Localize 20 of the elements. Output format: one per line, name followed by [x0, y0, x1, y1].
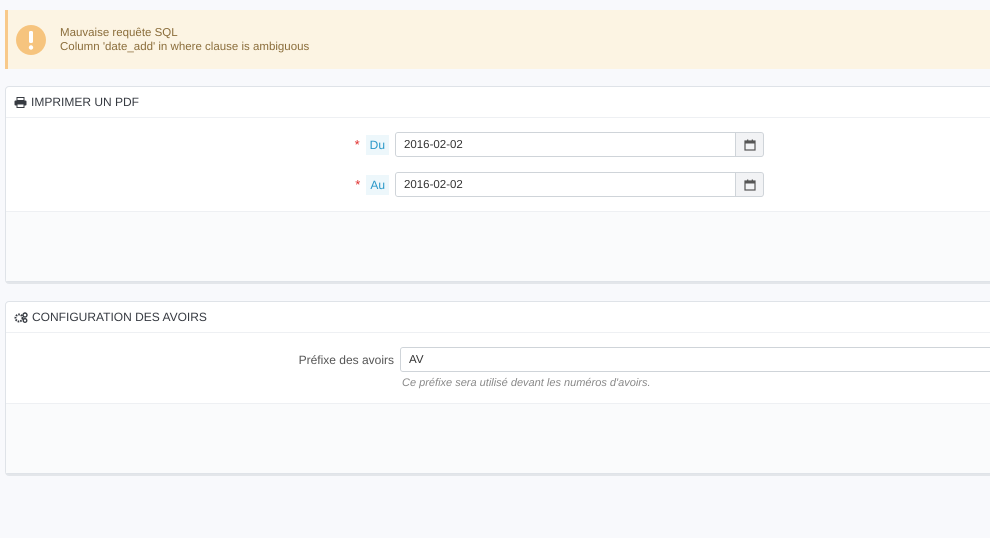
- panel-title: IMPRIMER UN PDF: [31, 95, 139, 109]
- warning-icon: [16, 24, 46, 54]
- alert-message: Column 'date_add' in where clause is ambiguous: [60, 40, 310, 52]
- input-field[interactable]: AV: [400, 347, 990, 372]
- printer-icon: [14, 96, 27, 108]
- date-field[interactable]: 2016-02-02: [395, 172, 736, 197]
- calendar-button[interactable]: [736, 172, 764, 197]
- field-label: Préfixe des avoirs: [298, 352, 394, 366]
- gears-icon: [14, 312, 28, 322]
- required-mark: *: [354, 137, 360, 152]
- required-mark: *: [355, 177, 360, 192]
- date-field[interactable]: 2016-02-02: [395, 132, 736, 157]
- calendar-button[interactable]: [736, 132, 764, 157]
- calendar-icon: [744, 178, 756, 190]
- field-label: Au: [366, 174, 389, 194]
- help-text: Ce préfixe sera utilisé devant les numéros d'avoirs.: [401, 377, 652, 389]
- panel-title: CONFIGURATION DES AVOIRS: [32, 310, 207, 324]
- alert-title: Mauvaise requête SQL: [60, 26, 179, 38]
- calendar-icon: [744, 138, 756, 150]
- field-label: Du: [366, 134, 389, 154]
